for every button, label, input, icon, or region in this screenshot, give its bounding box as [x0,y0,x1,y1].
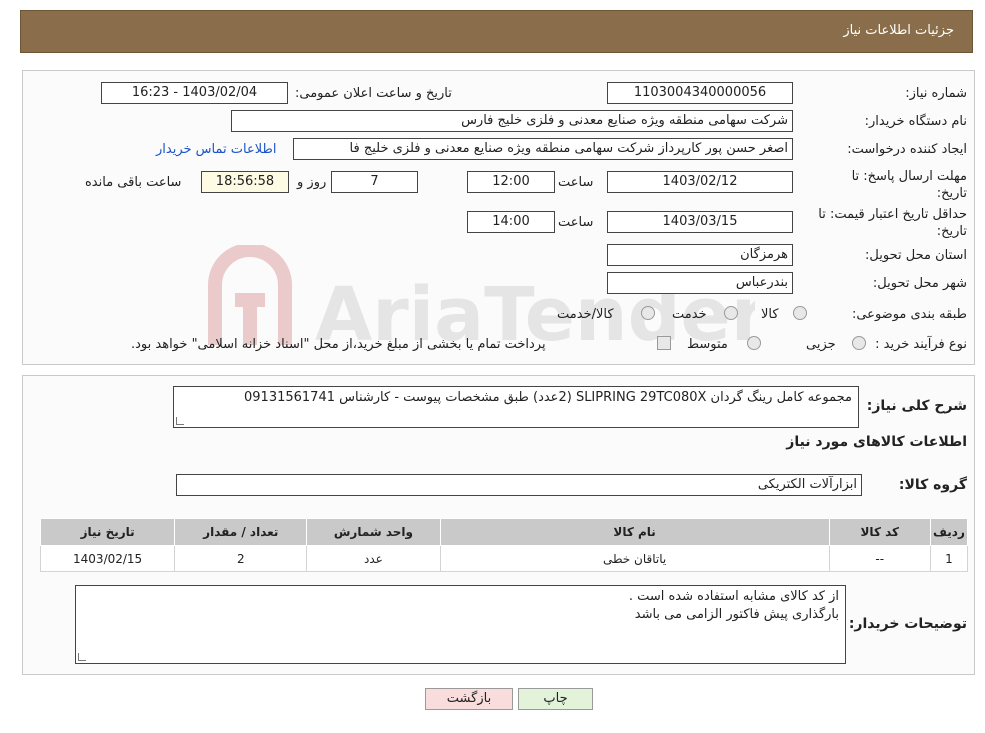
buyer-notes-label: توضیحات خریدار: [848,616,967,632]
goods-info-heading: اطلاعات کالاهای مورد نیاز [786,434,967,450]
buyer-org-label: نام دستگاه خریدار: [864,114,967,129]
validity-time-field: 14:00 [467,211,555,233]
province-label: استان محل تحویل: [865,248,967,263]
category-option-goods-service: کالا/خدمت [557,307,614,322]
general-desc-label: شرح کلی نیاز: [866,398,967,414]
reply-deadline-label: مهلت ارسال پاسخ: تا تاریخ: [851,169,967,201]
col-code: کد کالا [828,518,931,546]
category-option-goods: کالا [761,307,779,322]
col-name: نام کالا [439,518,830,546]
process-radio-medium[interactable] [747,336,761,350]
resize-grip-icon[interactable] [78,653,86,661]
buyer-notes-line-2: بارگذاری پیش فاکتور الزامی می باشد [634,607,839,622]
contact-info-link[interactable]: اطلاعات تماس خریدار [156,142,276,157]
validity-time-label: ساعت [558,215,594,230]
buyer-notes-field: از کد کالای مشابه استفاده شده است . بارگ… [75,585,846,664]
goods-table-header: ردیف کد کالا نام کالا واحد شمارش تعداد /… [39,518,969,546]
need-number-field: 1103004340000056 [607,82,793,104]
process-option-minor: جزیی [806,337,836,352]
print-button[interactable]: چاپ [518,688,593,710]
page-header: جزئیات اطلاعات نیاز [20,10,973,53]
validity-date-field: 1403/03/15 [607,211,793,233]
requester-field: اصغر حسن پور کارپرداز شرکت سهامی منطقه و… [293,138,793,160]
page-title: جزئیات اطلاعات نیاز [843,23,954,38]
category-radio-service[interactable] [724,306,738,320]
cell-quantity: 2 [174,545,308,572]
col-unit: واحد شمارش [306,518,441,546]
col-need-date: تاریخ نیاز [39,518,176,546]
city-field: بندرعباس [607,272,793,294]
cell-name: یاتاقان خطی [439,545,830,572]
days-field: 7 [331,171,418,193]
day-and-label: روز و [297,175,327,190]
buyer-notes-line-1: از کد کالای مشابه استفاده شده است . [628,589,839,604]
buyer-org-field: شرکت سهامی منطقه ویژه صنایع معدنی و فلزی… [231,110,793,132]
goods-group-field: ابزارآلات الکتریکی [176,474,862,496]
reply-date-field: 1403/02/12 [607,171,793,193]
general-desc-field: مجموعه کامل رینگ گردان SLIPRING 29TC080X… [173,386,859,428]
announce-datetime-field: 1403/02/04 - 16:23 [101,82,288,104]
col-quantity: تعداد / مقدار [174,518,308,546]
goods-group-label: گروه کالا: [898,477,967,493]
reply-time-field: 12:00 [467,171,555,193]
goods-table: ردیف کد کالا نام کالا واحد شمارش تعداد /… [39,518,969,572]
cell-code: -- [828,545,931,572]
category-option-service: خدمت [672,307,707,322]
back-button[interactable]: بازگشت [425,688,513,710]
process-option-medium: متوسط [687,337,728,352]
cell-need-date: 1403/02/15 [39,545,176,572]
cell-row: 1 [929,545,969,572]
remaining-time-field: 18:56:58 [201,171,289,193]
treasury-checkbox[interactable] [657,336,671,350]
province-field: هرمزگان [607,244,793,266]
need-number-label: شماره نیاز: [905,86,967,101]
cell-unit: عدد [306,545,441,572]
city-label: شهر محل تحویل: [872,276,967,291]
general-desc-text: مجموعه کامل رینگ گردان SLIPRING 29TC080X… [244,390,852,405]
col-row: ردیف [929,518,969,546]
requester-label: ایجاد کننده درخواست: [847,142,967,157]
category-radio-goods[interactable] [793,306,807,320]
price-validity-label: حداقل تاریخ اعتبار قیمت: تا تاریخ: [818,207,967,239]
process-type-label: نوع فرآیند خرید : [875,337,967,352]
reply-time-label: ساعت [558,175,594,190]
category-label: طبقه بندی موضوعی: [851,307,967,322]
process-note: پرداخت تمام یا بخشی از مبلغ خرید،از محل … [131,337,546,352]
resize-grip-icon[interactable] [176,417,184,425]
remaining-label: ساعت باقی مانده [85,175,182,190]
process-radio-minor[interactable] [852,336,866,350]
category-radio-goods-service[interactable] [641,306,655,320]
table-row: 1 -- یاتاقان خطی عدد 2 1403/02/15 [39,545,969,572]
announce-datetime-label: تاریخ و ساعت اعلان عمومی: [295,86,452,101]
